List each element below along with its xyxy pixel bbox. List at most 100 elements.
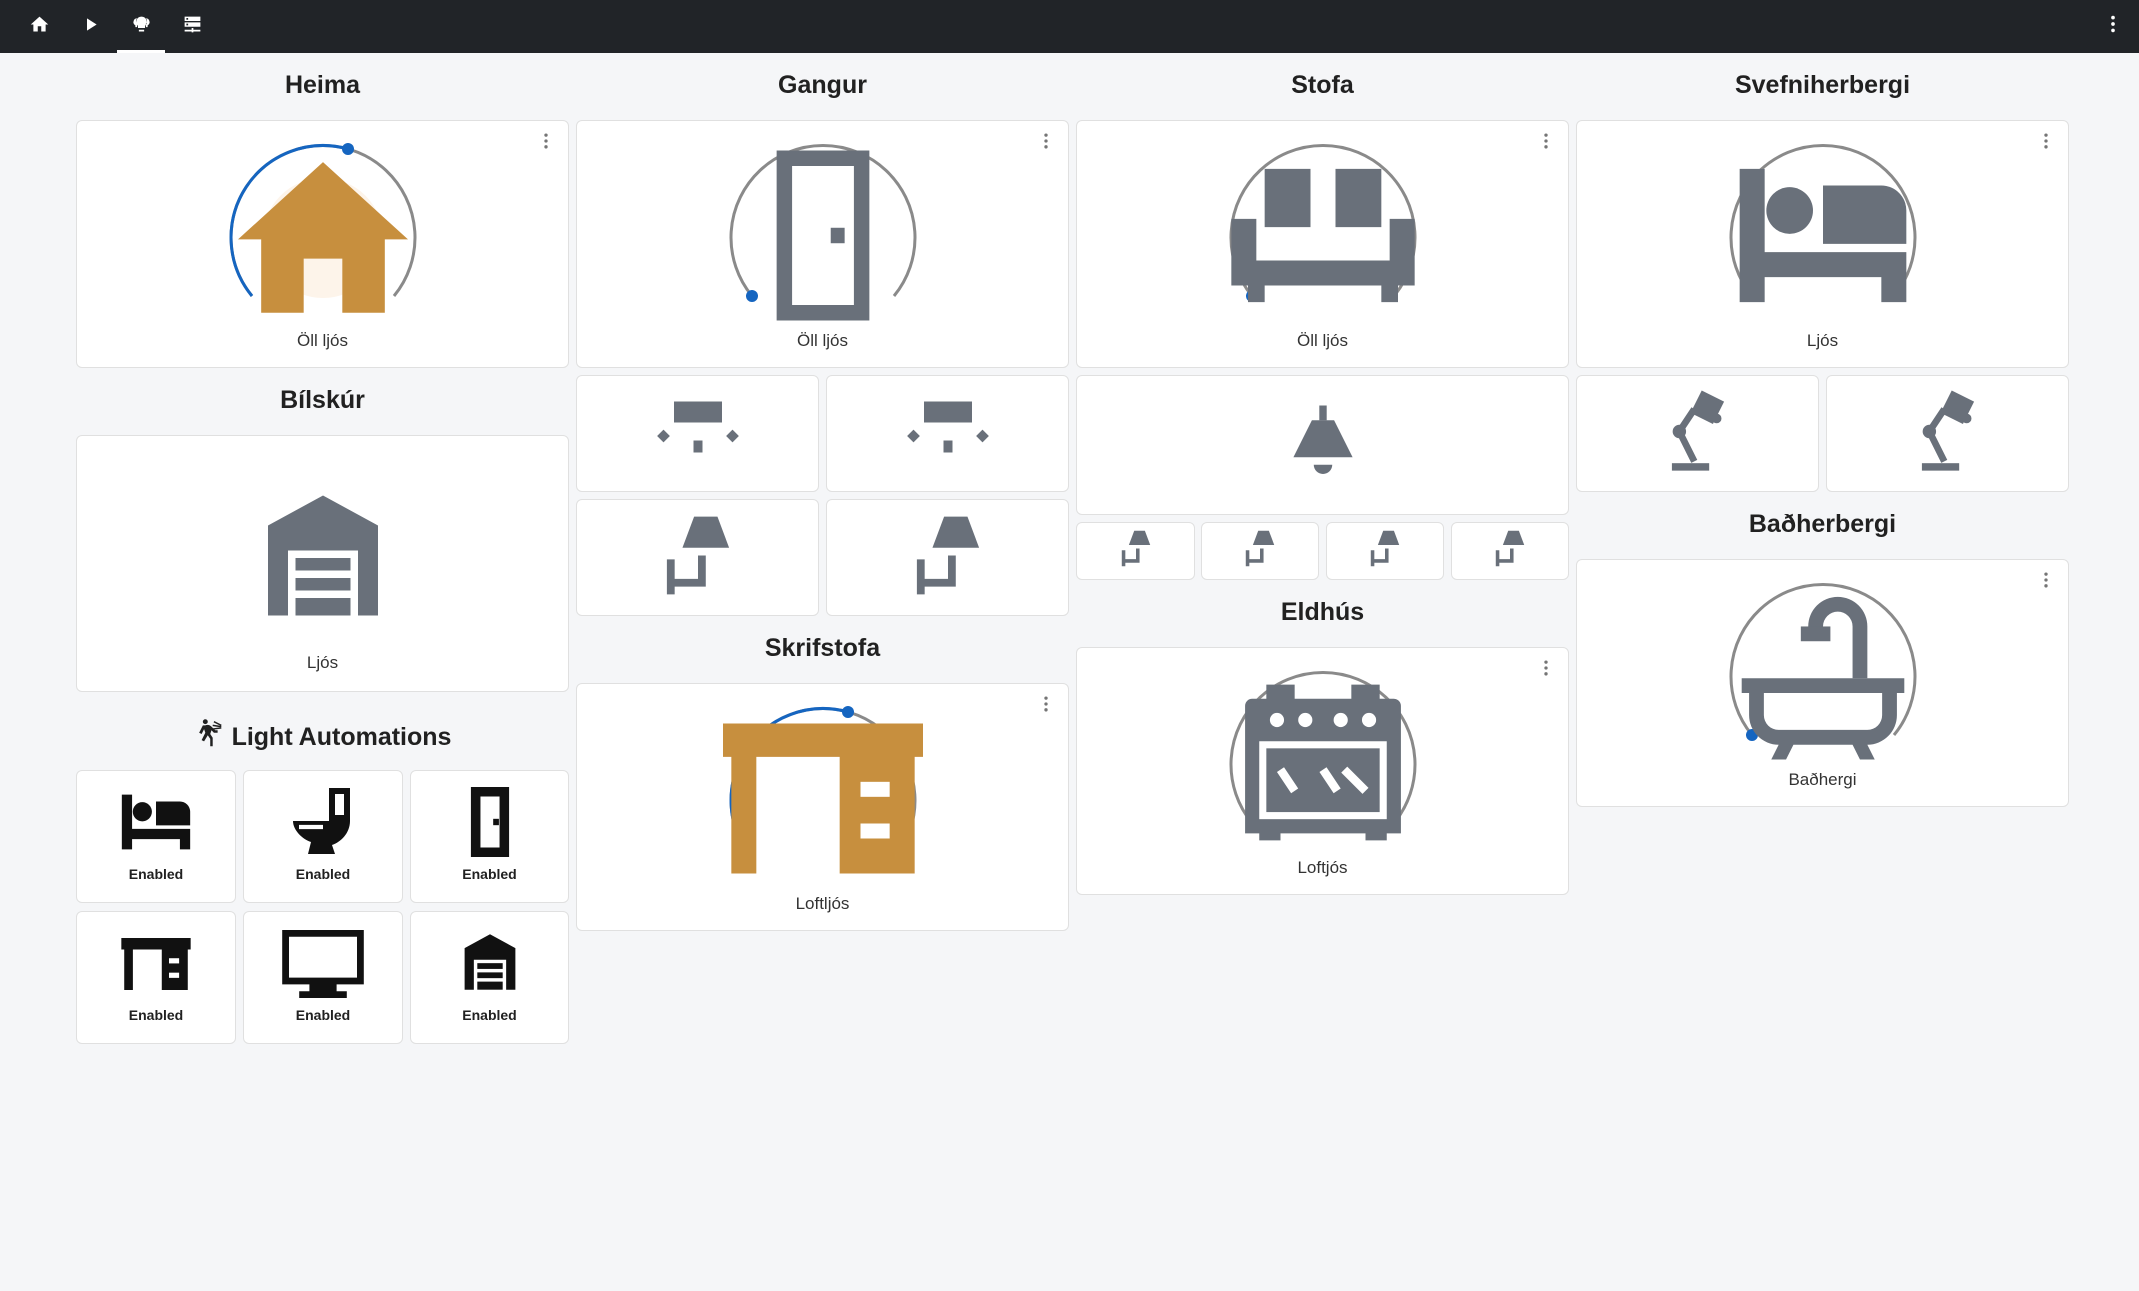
- light-label: Loftljós: [795, 894, 850, 913]
- light-card-skrifstofa[interactable]: Loftljós: [576, 683, 1069, 931]
- garage-icon: [462, 932, 518, 997]
- automations-title-text: Light Automations: [231, 723, 452, 751]
- desk-icon: [120, 938, 192, 995]
- card-menu-button[interactable]: [534, 131, 558, 155]
- light-button-sconce-2[interactable]: [826, 499, 1069, 616]
- light-card-badherbergi[interactable]: Baðhergi: [1576, 559, 2069, 807]
- play-icon: [80, 14, 101, 40]
- motion-sensor-icon: [194, 718, 224, 757]
- card-menu-button[interactable]: [1034, 131, 1058, 155]
- light-button-small-2[interactable]: [1201, 522, 1319, 580]
- automation-toggle-bed[interactable]: Enabled: [76, 770, 236, 903]
- desk-lamp-icon: [1917, 390, 1979, 477]
- wall-sconce-icon: [913, 516, 983, 599]
- brightness-dial[interactable]: [723, 141, 923, 321]
- wall-sconce-icon: [1244, 530, 1276, 572]
- toilet-icon: [290, 785, 356, 862]
- automation-status: Enabled: [295, 1007, 351, 1023]
- section-title-eldhus: Eldhús: [1280, 598, 1365, 626]
- section-title-bilskur: Bílskúr: [280, 386, 365, 414]
- brightness-dial[interactable]: [223, 141, 423, 313]
- section-title-automations: Light Automations: [76, 718, 569, 757]
- dots-vertical-icon: [2102, 13, 2124, 40]
- automation-status: Enabled: [462, 866, 517, 882]
- light-card-heima[interactable]: Öll ljós: [76, 120, 569, 368]
- light-button-ceiling-1[interactable]: [576, 375, 819, 492]
- light-button-pendant[interactable]: [1076, 375, 1569, 515]
- ceiling-light-icon: [903, 401, 993, 466]
- automation-toggle-toilet[interactable]: Enabled: [243, 770, 403, 903]
- light-button-ceiling-2[interactable]: [826, 375, 1069, 492]
- light-label: Ljós: [1806, 331, 1839, 350]
- brightness-dial[interactable]: [722, 704, 923, 874]
- light-card-gangur[interactable]: Öll ljós: [576, 120, 1069, 368]
- server-icon: [182, 14, 203, 40]
- card-menu-button[interactable]: [2034, 570, 2058, 594]
- section-title-badherbergi: Baðherbergi: [1748, 510, 1897, 538]
- wall-sconce-icon: [663, 516, 733, 599]
- automation-status: Enabled: [462, 1007, 517, 1023]
- dots-vertical-icon: [1036, 131, 1056, 156]
- brightness-dial[interactable]: [1223, 141, 1423, 311]
- light-button-desk-lamp-1[interactable]: [1576, 375, 1819, 492]
- section-title-gangur: Gangur: [778, 71, 867, 99]
- light-label: Baðhergi: [1788, 770, 1857, 789]
- card-menu-button[interactable]: [1534, 131, 1558, 155]
- ceiling-light-icon: [653, 401, 743, 466]
- section-title-heima: Heima: [284, 71, 361, 99]
- tab-lights[interactable]: [117, 0, 165, 53]
- light-button-sconce-1[interactable]: [576, 499, 819, 616]
- brightness-dial[interactable]: [1723, 141, 1923, 311]
- top-app-bar: [0, 0, 2139, 53]
- door-icon: [723, 150, 923, 326]
- lightbulb-group-icon: [131, 14, 152, 40]
- dots-vertical-icon: [1536, 658, 1556, 683]
- light-label: Öll ljós: [296, 331, 348, 350]
- light-label: Öll ljós: [796, 331, 848, 350]
- light-label: Ljós: [306, 653, 339, 672]
- tab-media[interactable]: [66, 0, 114, 53]
- door-icon: [464, 787, 516, 862]
- automation-toggle-garage[interactable]: Enabled: [410, 911, 569, 1044]
- wall-sconce-icon: [1494, 530, 1526, 572]
- wall-sconce-icon: [1369, 530, 1401, 572]
- light-button-small-4[interactable]: [1451, 522, 1569, 580]
- light-card-bilskur[interactable]: Ljós: [76, 435, 569, 692]
- light-button-small-1[interactable]: [1076, 522, 1195, 580]
- garage-icon: [263, 491, 383, 626]
- card-menu-button[interactable]: [2034, 131, 2058, 155]
- light-card-eldhus[interactable]: Loftjós: [1076, 647, 1569, 895]
- light-card-stofa[interactable]: Öll ljós: [1076, 120, 1569, 368]
- dots-vertical-icon: [1536, 131, 1556, 156]
- home-icon: [29, 14, 50, 40]
- bathtub-icon: [1723, 590, 1923, 765]
- desk-lamp-icon: [1667, 390, 1729, 477]
- automation-toggle-monitor[interactable]: Enabled: [243, 911, 403, 1044]
- overflow-menu-button[interactable]: [2101, 14, 2125, 38]
- brightness-dial[interactable]: [1223, 668, 1423, 841]
- light-button-desk-lamp-2[interactable]: [1826, 375, 2069, 492]
- bed-icon: [115, 791, 197, 858]
- automation-status: Enabled: [128, 1007, 184, 1023]
- section-title-skrifstofa: Skrifstofa: [764, 634, 881, 662]
- automation-status: Enabled: [128, 866, 184, 882]
- pendant-lamp-icon: [1288, 405, 1358, 485]
- dots-vertical-icon: [536, 131, 556, 156]
- sofa-icon: [1223, 151, 1423, 326]
- bed-icon: [1723, 151, 1923, 326]
- automation-toggle-door[interactable]: Enabled: [410, 770, 569, 903]
- automation-toggle-desk[interactable]: Enabled: [76, 911, 236, 1044]
- dots-vertical-icon: [2036, 570, 2056, 595]
- card-menu-button[interactable]: [1034, 694, 1058, 718]
- light-button-small-3[interactable]: [1326, 522, 1444, 580]
- monitor-icon: [281, 930, 365, 1003]
- light-label: Öll ljós: [1296, 331, 1348, 350]
- tab-home[interactable]: [15, 0, 63, 53]
- section-title-stofa: Stofa: [1291, 71, 1354, 99]
- card-menu-button[interactable]: [1534, 658, 1558, 682]
- brightness-dial[interactable]: [1723, 580, 1923, 760]
- light-card-svefniherbergi[interactable]: Ljós: [1576, 120, 2069, 368]
- tab-server[interactable]: [168, 0, 216, 53]
- dots-vertical-icon: [1036, 694, 1056, 719]
- wall-sconce-icon: [1120, 530, 1152, 572]
